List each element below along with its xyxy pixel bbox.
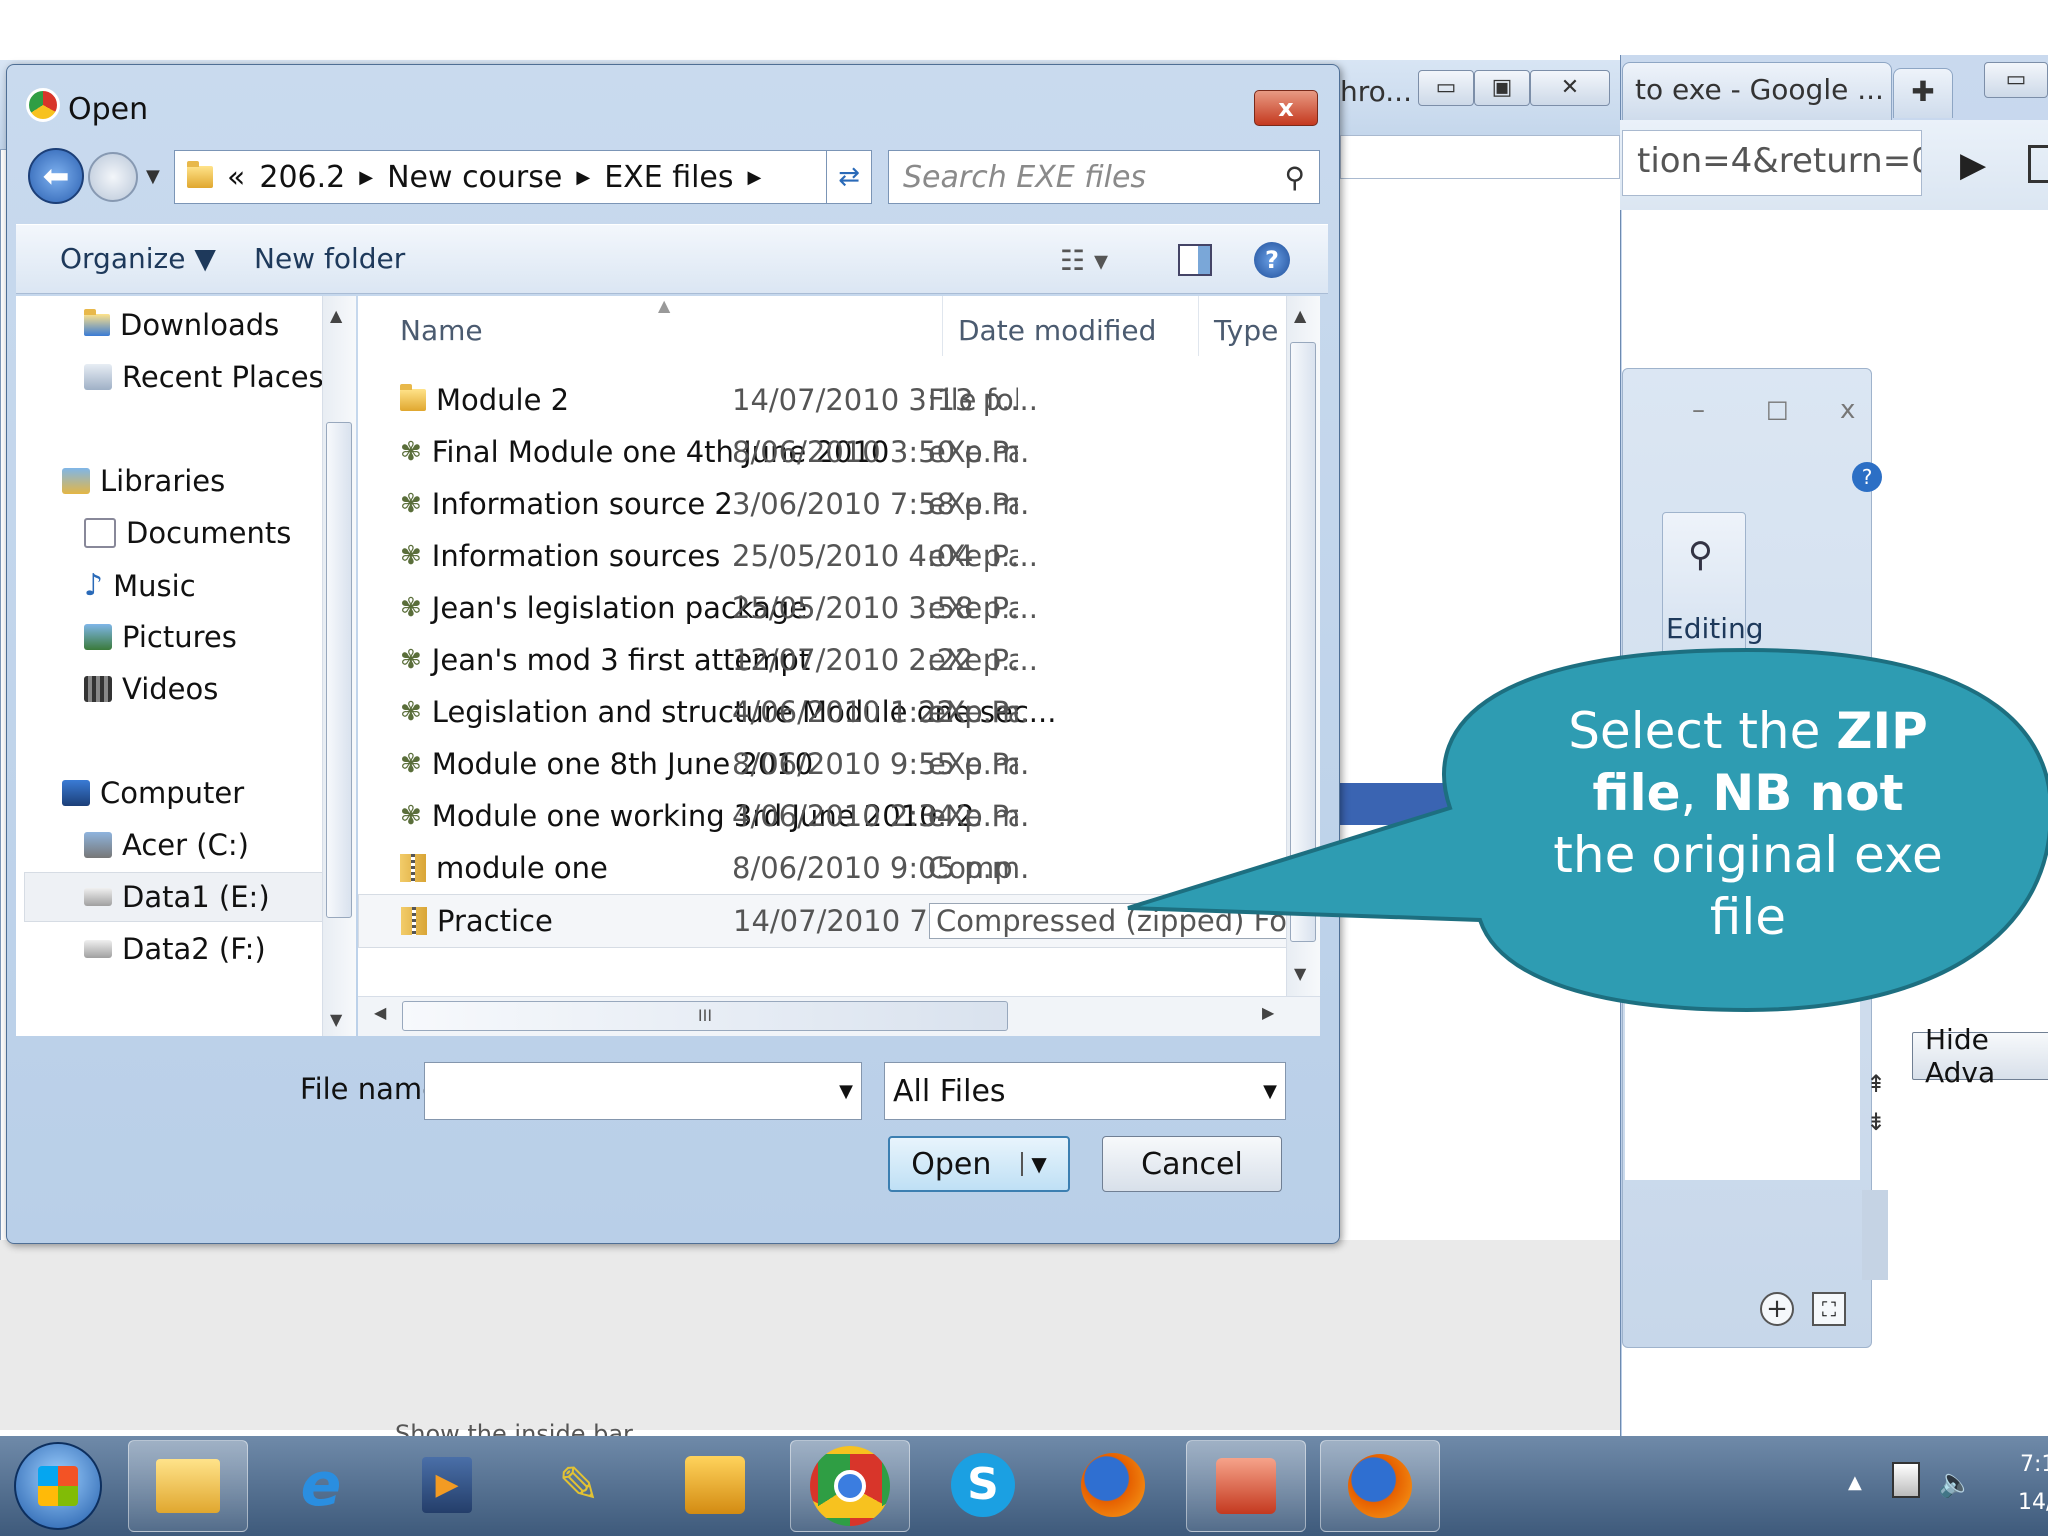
taskbar-skype[interactable]: S xyxy=(924,1440,1042,1530)
taskbar-internet-explorer[interactable]: e xyxy=(262,1440,380,1530)
taskbar-firefox-2[interactable] xyxy=(1320,1440,1440,1532)
taskbar-file-explorer[interactable] xyxy=(128,1440,248,1532)
callout-text-part: Select the xyxy=(1568,702,1837,760)
taskbar-tool-app[interactable]: ✎ xyxy=(520,1440,638,1530)
file-explorer-icon xyxy=(156,1459,220,1513)
callout-text-part: NB not xyxy=(1712,764,1904,822)
windows-logo-icon xyxy=(38,1466,78,1506)
callout-text: Select the ZIP file, NB not the original… xyxy=(1548,700,1948,948)
internet-explorer-icon: e xyxy=(300,1450,342,1520)
tool-app-icon: ✎ xyxy=(558,1456,600,1514)
media-player-icon: ▶ xyxy=(422,1457,472,1513)
callout-text-part: , xyxy=(1680,764,1713,822)
taskbar-media-player[interactable]: ▶ xyxy=(388,1440,506,1530)
outlook-icon xyxy=(685,1456,745,1514)
chrome-icon xyxy=(810,1446,890,1526)
windows-start-icon[interactable] xyxy=(14,1442,102,1530)
clock-time[interactable]: 7:1 xyxy=(2020,1452,2048,1477)
taskbar-outlook[interactable] xyxy=(656,1440,774,1530)
chrome-center-dot xyxy=(834,1470,866,1502)
taskbar-powerpoint[interactable] xyxy=(1186,1440,1306,1532)
firefox-icon xyxy=(1081,1453,1145,1517)
taskbar-chrome[interactable] xyxy=(790,1440,910,1532)
network-icon[interactable] xyxy=(1892,1462,1920,1498)
firefox-icon-2 xyxy=(1348,1454,1412,1518)
tray-expand-icon[interactable]: ▲ xyxy=(1848,1472,1862,1493)
clock-date[interactable]: 14/ xyxy=(2018,1490,2048,1515)
skype-icon: S xyxy=(951,1453,1015,1517)
callout-text-part: the original exe file xyxy=(1553,826,1943,946)
volume-muted-icon[interactable]: 🔈 xyxy=(1938,1466,1973,1499)
powerpoint-icon xyxy=(1216,1458,1276,1514)
taskbar-firefox[interactable] xyxy=(1054,1440,1172,1530)
